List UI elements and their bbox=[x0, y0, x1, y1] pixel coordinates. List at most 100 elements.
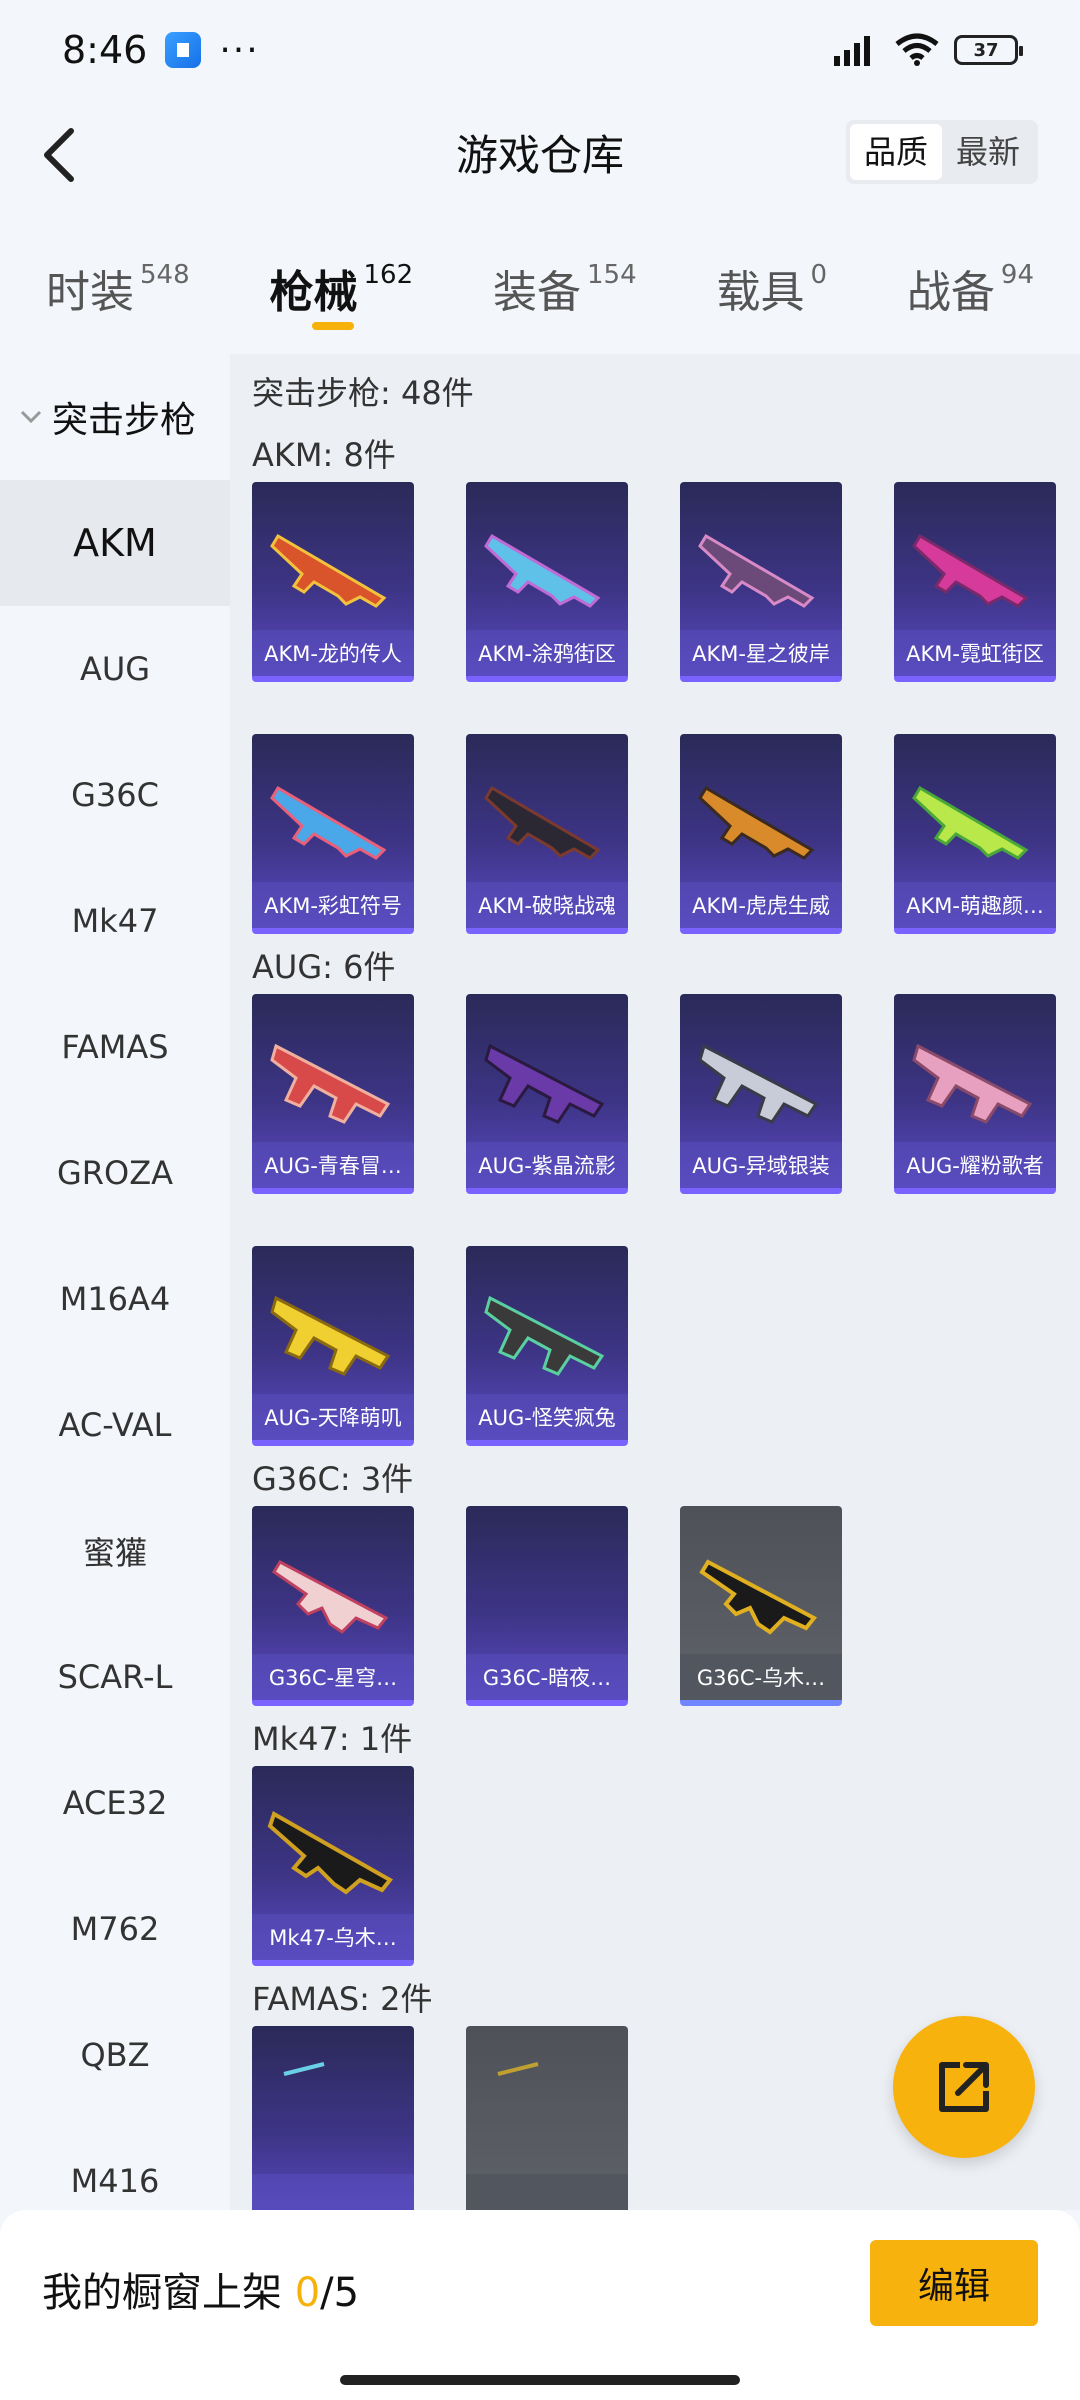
skin-name: AKM-萌趣颜… bbox=[894, 882, 1056, 928]
skin-name: AUG-异域银装 bbox=[680, 1142, 842, 1188]
status-bar: 8:46 ··· 37 bbox=[0, 0, 1080, 100]
skin-card[interactable]: AUG-紫晶流影 bbox=[466, 994, 628, 1194]
skin-card[interactable]: AUG-异域银装 bbox=[680, 994, 842, 1194]
section-title-aug: AUG: 6件 bbox=[252, 948, 396, 986]
skin-card[interactable]: AKM-龙的传人 bbox=[252, 482, 414, 682]
tab-label: 战备 bbox=[906, 267, 995, 318]
skin-card[interactable]: G36C-星穹… bbox=[252, 1506, 414, 1706]
tab-count: 154 bbox=[587, 260, 637, 290]
skin-card[interactable]: AKM-涂鸦街区 bbox=[466, 482, 628, 682]
tab-combat-gear[interactable]: 战备 94 bbox=[907, 230, 1034, 340]
sidebar-item-g36c[interactable]: G36C bbox=[0, 732, 230, 858]
section-title-g36c: G36C: 3件 bbox=[252, 1460, 414, 1498]
sidebar-item-qbz[interactable]: QBZ bbox=[0, 1992, 230, 2118]
skin-card[interactable]: AKM-星之彼岸 bbox=[680, 482, 842, 682]
sidebar-item-honey-badger[interactable]: 蜜獾 bbox=[0, 1488, 230, 1614]
rifle-image bbox=[270, 1043, 391, 1124]
skin-card[interactable] bbox=[466, 2026, 628, 2210]
rifle-image bbox=[484, 533, 601, 608]
skin-card[interactable]: AUG-青春冒… bbox=[252, 994, 414, 1194]
skin-card[interactable]: AKM-虎虎生威 bbox=[680, 734, 842, 934]
rifle-image bbox=[267, 1811, 394, 1895]
sidebar-item-mk47[interactable]: Mk47 bbox=[0, 858, 230, 984]
skin-name bbox=[252, 2174, 414, 2210]
sidebar-item-akm[interactable]: AKM bbox=[0, 480, 230, 606]
section-title-mk47: Mk47: 1件 bbox=[252, 1720, 413, 1758]
sidebar-item-groza[interactable]: GROZA bbox=[0, 1110, 230, 1236]
tab-count: 0 bbox=[810, 260, 828, 290]
tab-label: 枪械 bbox=[269, 267, 358, 318]
skin-card[interactable]: AKM-霓虹街区 bbox=[894, 482, 1056, 682]
skin-name: AKM-虎虎生威 bbox=[680, 882, 842, 928]
tab-firearms[interactable]: 枪械 162 bbox=[269, 230, 413, 340]
sort-by-quality[interactable]: 品质 bbox=[849, 124, 942, 180]
skin-card[interactable]: G36C-乌木… bbox=[680, 1506, 842, 1706]
home-indicator[interactable] bbox=[340, 2375, 740, 2385]
rifle-image bbox=[270, 1295, 391, 1376]
sidebar-item-ac-val[interactable]: AC-VAL bbox=[0, 1362, 230, 1488]
active-tab-indicator bbox=[311, 322, 354, 330]
wifi-icon bbox=[895, 33, 939, 66]
rifle-image bbox=[912, 785, 1029, 860]
category-tabs: 时装 548 枪械 162 装备 154 载具 0 战备 94 bbox=[0, 230, 1080, 340]
rifle-image bbox=[912, 533, 1029, 608]
skin-card[interactable]: AKM-破晓战魂 bbox=[466, 734, 628, 934]
tab-vehicles[interactable]: 载具 0 bbox=[717, 230, 828, 340]
skin-name: AKM-星之彼岸 bbox=[680, 630, 842, 676]
rifle-image bbox=[484, 785, 601, 860]
skin-card[interactable]: AUG-耀粉歌者 bbox=[894, 994, 1056, 1194]
tab-equipment[interactable]: 装备 154 bbox=[493, 230, 637, 340]
sidebar-item-aug[interactable]: AUG bbox=[0, 606, 230, 732]
rifle-image bbox=[270, 533, 387, 608]
back-button[interactable] bbox=[24, 120, 94, 190]
skin-card[interactable]: AKM-彩虹符号 bbox=[252, 734, 414, 934]
status-indicators: 37 bbox=[830, 32, 1023, 68]
skin-name: G36C-星穹… bbox=[252, 1654, 414, 1700]
group-title: 突击步枪: 48件 bbox=[252, 374, 474, 412]
showcase-label: 我的橱窗上架 bbox=[42, 2270, 282, 2316]
sidebar-group-label: 突击步枪 bbox=[52, 400, 197, 441]
tab-count: 94 bbox=[1000, 260, 1034, 290]
skin-name: AUG-紫晶流影 bbox=[466, 1142, 628, 1188]
tab-label: 时装 bbox=[46, 267, 134, 318]
sidebar-item-m416[interactable]: M416 bbox=[0, 2118, 230, 2210]
sidebar-item-famas[interactable]: FAMAS bbox=[0, 984, 230, 1110]
chevron-left-icon bbox=[44, 128, 74, 182]
rifle-image bbox=[283, 2062, 325, 2076]
weapon-type-sidebar: 突击步枪 AKM AUG G36C Mk47 FAMAS GROZA M16A4… bbox=[0, 354, 230, 2210]
rifle-image bbox=[497, 2062, 539, 2076]
tab-count: 548 bbox=[140, 260, 190, 290]
sidebar-item-ace32[interactable]: ACE32 bbox=[0, 1740, 230, 1866]
skin-card[interactable]: AUG-天降萌叽 bbox=[252, 1246, 414, 1446]
sidebar-item-scar-l[interactable]: SCAR-L bbox=[0, 1614, 230, 1740]
skin-card[interactable]: Mk47-乌木… bbox=[252, 1766, 414, 1966]
sidebar-item-m16a4[interactable]: M16A4 bbox=[0, 1236, 230, 1362]
skin-name: AUG-青春冒… bbox=[252, 1142, 414, 1188]
skin-card[interactable]: G36C-暗夜… bbox=[466, 1506, 628, 1706]
rifle-image bbox=[484, 1043, 605, 1124]
rifle-image bbox=[699, 1559, 818, 1635]
tab-label: 装备 bbox=[493, 267, 581, 318]
skin-card[interactable] bbox=[252, 2026, 414, 2210]
edit-button[interactable]: 编辑 bbox=[870, 2240, 1038, 2326]
skin-card[interactable]: AUG-怪笑疯兔 bbox=[466, 1246, 628, 1446]
tab-label: 载具 bbox=[716, 267, 805, 318]
tab-fashion[interactable]: 时装 548 bbox=[46, 230, 190, 340]
share-button[interactable] bbox=[893, 2016, 1035, 2158]
weapon-skin-list: 突击步枪: 48件 AKM: 8件 AKM-龙的传人 AKM-涂鸦街区 AKM-… bbox=[230, 354, 1080, 2210]
sort-by-newest[interactable]: 最新 bbox=[942, 124, 1034, 180]
rifle-image bbox=[698, 1043, 819, 1124]
skin-card[interactable]: AKM-萌趣颜… bbox=[894, 734, 1056, 934]
skin-grid-g36c: G36C-星穹… G36C-暗夜… G36C-乌木… bbox=[252, 1506, 1080, 1706]
chevron-down-icon bbox=[20, 410, 42, 424]
showcase-used-count: 0 bbox=[294, 2270, 321, 2316]
showcase-total-count: /5 bbox=[320, 2270, 360, 2316]
skin-name bbox=[466, 2174, 628, 2210]
sidebar-item-m762[interactable]: M762 bbox=[0, 1866, 230, 1992]
more-notifications-icon: ··· bbox=[219, 29, 260, 71]
sidebar-group-assault-rifles[interactable]: 突击步枪 bbox=[0, 354, 230, 480]
showcase-status: 我的橱窗上架 0/5 bbox=[42, 2260, 359, 2318]
skin-name: AKM-龙的传人 bbox=[252, 630, 414, 676]
showcase-bar: 我的橱窗上架 0/5 编辑 bbox=[0, 2210, 1080, 2400]
status-time: 8:46 bbox=[62, 28, 148, 72]
